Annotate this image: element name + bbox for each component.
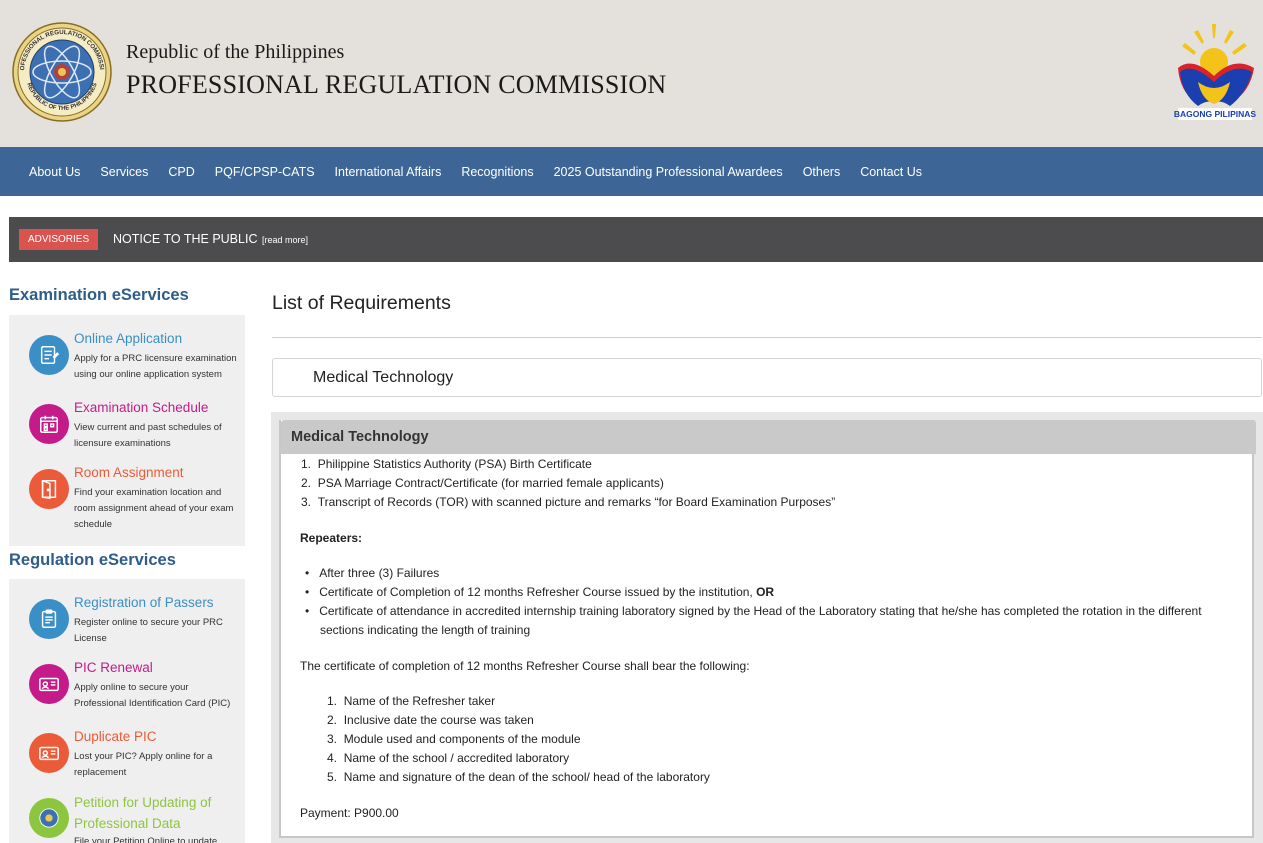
republic-label: Republic of the Philippines [126,41,345,63]
requirement-item: 2. PSA Marriage Contract/Certificate (fo… [301,476,664,490]
profession-select-value: Medical Technology [313,369,454,386]
id-card-icon[interactable] [29,664,69,704]
online-application-desc: Apply for a PRC licensure examination us… [74,353,237,380]
petition-updating-desc: File your Petition Online to update [74,836,218,843]
requirement-item: 3. Transcript of Records (TOR) with scan… [301,495,836,509]
repeater-bullet: • Certificate of attendance in accredite… [305,604,1202,618]
online-application-title[interactable]: Online Application [74,331,182,346]
title-divider [272,337,1262,338]
requirement-item: 1. Philippine Statistics Authority (PSA)… [301,457,592,471]
main-nav: About Us Services CPD PQF/CPSP-CATS Internat… [0,147,1263,196]
application-form-icon[interactable] [29,335,69,375]
nav-item-cpd[interactable]: CPD [158,165,204,179]
regulation-eservices-panel: Registration of Passers Register online … [9,579,245,843]
refresher-item: 3. Module used and components of the mod… [327,732,581,746]
refresher-intro: The certificate of completion of 12 mont… [300,659,750,673]
nav-item-pqf-cpsp-cats[interactable]: PQF/CPSP-CATS [205,165,325,179]
payment-amount: Payment: P900.00 [300,806,399,820]
bagong-pilipinas-logo: BAGONG PILIPINAS [1174,24,1257,120]
refresher-item: 2. Inclusive date the course was taken [327,713,534,727]
card-title: Medical Technology [291,429,429,445]
duplicate-pic-desc: Lost your PIC? Apply online for a replac… [74,751,213,778]
nav-item-others[interactable]: Others [793,165,851,179]
pic-renewal-desc: Apply online to secure your Professional… [74,682,231,709]
clipboard-icon[interactable] [29,599,69,639]
requirements-card: Medical Technology 1. Philippine Statist… [279,420,1256,838]
advisory-text[interactable]: NOTICE TO THE PUBLIC [113,232,257,246]
repeater-bullet-continuation: sections indicating the length of traini… [320,623,531,637]
room-assignment-desc: Find your examination location and room … [74,487,234,530]
refresher-item: 1. Name of the Refresher taker [327,694,496,708]
registration-of-passers-desc: Register online to secure your PRC Licen… [74,617,223,644]
exam-eservices-panel: Online Application Apply for a PRC licen… [9,315,245,546]
door-icon[interactable] [29,469,69,509]
exam-eservices-title: Examination eServices [9,286,189,304]
examination-schedule-title[interactable]: Examination Schedule [74,400,208,415]
petition-title-line2: Professional Data [74,816,181,831]
requirements-panel: Medical Technology 1. Philippine Statist… [271,412,1263,843]
advisories-badge[interactable]: ADVISORIES [19,229,99,250]
nav-item-recognitions[interactable]: Recognitions [451,165,543,179]
calendar-icon[interactable] [29,404,69,444]
agency-name[interactable]: PROFESSIONAL REGULATION COMMISSION [126,70,666,100]
site-header: PROFESSIONAL REGULATION COMMISSION REPUB… [0,0,1263,147]
nav-item-international-affairs[interactable]: International Affairs [325,165,452,179]
repeater-bullet: • Certificate of Completion of 12 months… [305,585,775,599]
seal-icon[interactable] [29,798,69,838]
repeater-bullet: • After three (3) Failures [305,566,440,580]
nav-item-contact-us[interactable]: Contact Us [850,165,932,179]
read-more-link[interactable]: [read more] [262,235,308,245]
nav-item-about-us[interactable]: About Us [19,165,90,179]
card-header: Medical Technology [281,420,1256,454]
room-assignment-title[interactable]: Room Assignment [74,465,184,480]
examination-schedule-desc: View current and past schedules of licen… [74,422,222,449]
pic-renewal-title[interactable]: PIC Renewal [74,660,153,675]
profession-select[interactable]: Medical Technology [272,358,1262,397]
refresher-item: 4. Name of the school / accredited labor… [327,751,570,765]
petition-updating-title[interactable]: Petition for Updating of Professional Da… [74,792,211,834]
page-title: List of Requirements [272,292,451,314]
repeaters-label: Repeaters: [300,531,363,545]
id-card-duplicate-icon[interactable] [29,733,69,773]
refresher-item: 5. Name and signature of the dean of the… [327,770,710,784]
regulation-eservices-title: Regulation eServices [9,551,176,569]
registration-of-passers-title[interactable]: Registration of Passers [74,595,214,610]
bp-logo-text: BAGONG PILIPINAS [1174,109,1257,119]
advisory-bar: ADVISORIES NOTICE TO THE PUBLIC [read mo… [9,217,1263,262]
nav-item-2025-outstanding-professional-awardees[interactable]: 2025 Outstanding Professional Awardees [544,165,793,179]
duplicate-pic-title[interactable]: Duplicate PIC [74,729,157,744]
petition-title-line1: Petition for Updating of [74,795,212,810]
nav-item-services[interactable]: Services [90,165,158,179]
prc-seal-logo[interactable]: PROFESSIONAL REGULATION COMMISSION REPUB… [12,22,112,122]
